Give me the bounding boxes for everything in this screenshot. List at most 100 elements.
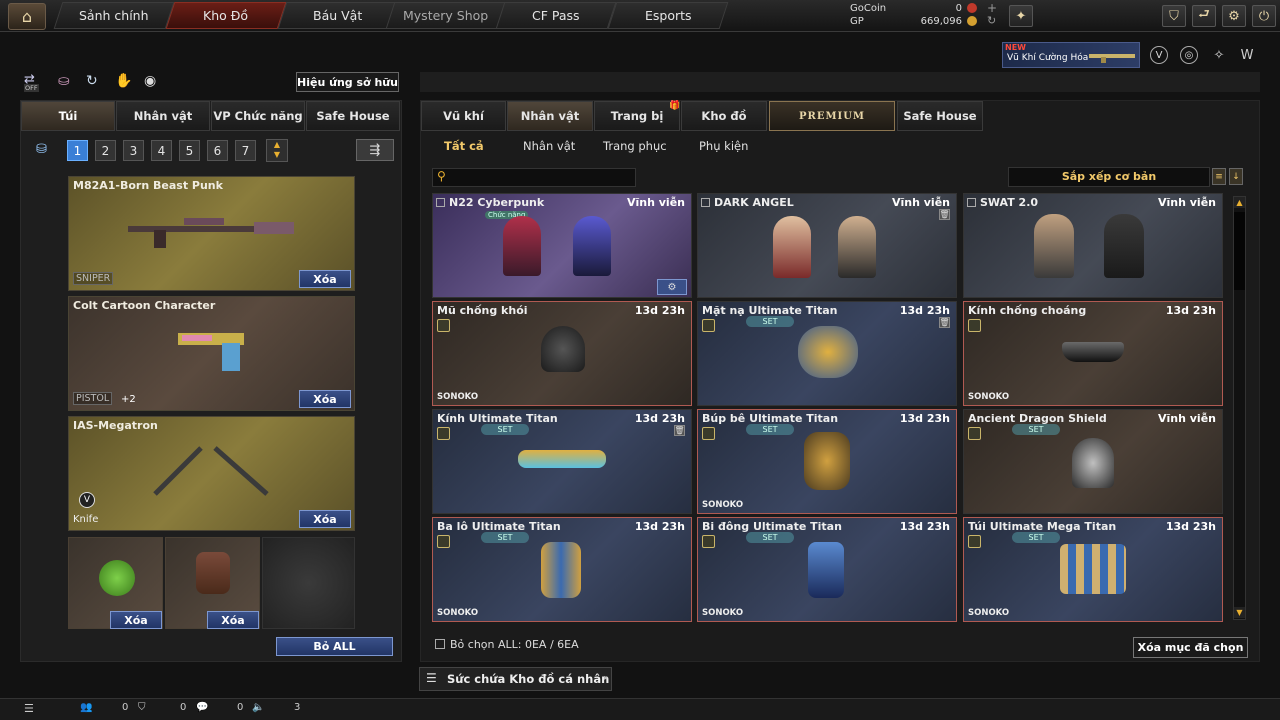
tab-character[interactable]: Nhân vật [116,101,210,131]
inventory-item-card[interactable]: SWAT 2.0 Vĩnh viễn [963,193,1223,298]
goggles-icon [1062,342,1124,362]
tab-weapons[interactable]: Vũ khí [421,101,506,131]
cycle-icon[interactable]: ↻ [86,73,98,89]
delete-button[interactable]: Xóa [299,510,351,528]
inventory-item-card[interactable]: N22 Cyberpunk Vĩnh viễn Chức năng ⚙ [432,193,692,298]
inventory-item-card[interactable]: Mặt nạ Ultimate Titan 13d 23h SET 🗑 [697,301,957,406]
tab-safe-house[interactable]: Safe House [897,101,983,131]
select-all-checkbox[interactable] [435,639,445,649]
settings-icon[interactable]: ⚙ [657,279,687,295]
grade-badge-icon [702,535,715,548]
subtab-character[interactable]: Nhân vật [523,139,575,153]
bag-item-card[interactable]: IAS-Megatron V Knife Xóa [68,416,355,531]
inventory-item-card[interactable]: Túi Ultimate Mega Titan 13d 23h SET SONO… [963,517,1223,622]
subtab-costume[interactable]: Trang phục [603,139,667,153]
globe-icon[interactable]: ◎ [1180,46,1198,64]
tab-function-items[interactable]: VP Chức năng [211,101,305,131]
checkbox[interactable] [701,198,710,207]
item-icon[interactable]: ✦ [1009,5,1033,27]
bag-small-item[interactable]: Xóa [68,537,163,629]
page-button-5[interactable]: 5 [179,140,200,161]
chat-icon[interactable]: 💬 [196,702,208,713]
tab-storage[interactable]: Kho đồ [681,101,767,131]
tab-premium[interactable]: PREMIUM [769,101,895,131]
trash-icon[interactable]: 🗑 [674,425,685,436]
bag-item-card[interactable]: M82A1-Born Beast Punk SNIPER Xóa [68,176,355,291]
inventory-item-card[interactable]: Ancient Dragon Shield Vĩnh viễn SET [963,409,1223,514]
search-input[interactable]: ⚲ [432,168,636,187]
tab-mystery-shop[interactable]: Mystery Shop [385,2,507,29]
page-button-2[interactable]: 2 [95,140,116,161]
add-icon[interactable]: + [987,1,997,15]
empty-slot[interactable] [262,537,355,629]
tab-safe-house[interactable]: Safe House [306,101,400,131]
exit-arrow-icon[interactable]: ⮐ [1192,5,1216,27]
tab-label: Sảnh chính [79,8,149,23]
page-button-3[interactable]: 3 [123,140,144,161]
sparkle-icon[interactable]: ✧ [1210,46,1228,64]
page-stepper[interactable]: ▲ ▼ [266,139,288,162]
list-view-icon[interactable]: ≡ [1212,168,1226,185]
capacity-button[interactable]: ☰ Sức chứa Kho đồ cá nhân ▸ [419,667,612,691]
inventory-item-card[interactable]: Búp bê Ultimate Titan 13d 23h SET SONOKO [697,409,957,514]
item-name: DARK ANGEL [714,196,794,209]
owned-effects-button[interactable]: Hiệu ứng sở hữu [296,72,399,92]
home-button[interactable]: ⌂ [8,3,46,30]
transfer-icon[interactable]: ⇶ [356,139,394,161]
power-icon[interactable]: ⏻ [1252,5,1276,27]
trash-icon[interactable]: 🗑 [939,317,950,328]
tab-cf-pass[interactable]: CF Pass [495,2,617,29]
delete-button[interactable]: Xóa [110,611,162,629]
gift-icon[interactable]: ⛀ [58,73,70,89]
subtab-accessory[interactable]: Phụ kiện [699,139,748,153]
inventory-item-card[interactable]: Mũ chống khói 13d 23h SONOKO [432,301,692,406]
checkbox[interactable] [967,198,976,207]
shield-icon[interactable]: ⛉ [1162,5,1186,27]
tab-esports[interactable]: Esports [607,2,729,29]
delete-button[interactable]: Xóa [299,270,351,288]
w-logo-icon[interactable]: W [1237,46,1257,64]
tab-equipment[interactable]: Trang bị [594,101,680,131]
delete-button[interactable]: Xóa [207,611,259,629]
bag-item-card[interactable]: Colt Cartoon Character PISTOL +2 Xóa [68,296,355,411]
scroll-up-icon[interactable]: ▲ [1234,197,1245,208]
inventory-item-card[interactable]: Kính chống choáng 13d 23h SONOKO [963,301,1223,406]
refresh-icon[interactable]: ↻ [987,14,996,27]
subtab-all[interactable]: Tất cả [444,139,484,153]
inventory-item-card[interactable]: Kính Ultimate Titan 13d 23h SET 🗑 [432,409,692,514]
v-badge-icon[interactable]: V [1150,46,1168,64]
tab-inventory[interactable]: Kho Đồ [165,2,287,29]
menu-list-icon[interactable]: ☰ [24,702,34,715]
tab-treasure[interactable]: Báu Vật [277,2,399,29]
sort-arrow-icon[interactable]: ↓ [1229,168,1243,185]
sort-dropdown[interactable]: Sắp xếp cơ bản [1008,167,1210,187]
page-button-1[interactable]: 1 [67,140,88,161]
seller-tag: SONOKO [968,392,1010,402]
bag-small-item[interactable]: Xóa [165,537,260,629]
tab-bag[interactable]: Túi [21,101,115,131]
gear-icon[interactable]: ⚙ [1222,5,1246,27]
page-button-6[interactable]: 6 [207,140,228,161]
inventory-item-card[interactable]: Ba lô Ultimate Titan 13d 23h SET SONOKO [432,517,692,622]
inventory-item-card[interactable]: DARK ANGEL Vĩnh viễn 🗑 [697,193,957,298]
scroll-down-icon[interactable]: ▼ [1234,607,1245,618]
trash-icon[interactable]: 🗑 [939,209,950,220]
tab-lobby[interactable]: Sảnh chính [53,2,175,29]
page-button-4[interactable]: 4 [151,140,172,161]
checkbox[interactable] [436,198,445,207]
clan-shield-icon[interactable]: ⛉ [138,702,146,713]
goggles-icon [518,450,606,468]
promo-banner[interactable]: NEW Vũ Khí Cường Hóa [1002,42,1140,68]
page-button-7[interactable]: 7 [235,140,256,161]
inventory-item-card[interactable]: Bi đông Ultimate Titan 13d 23h SET SONOK… [697,517,957,622]
toggle-switch-icon[interactable]: ⇄ OFF [24,72,44,94]
hand-icon[interactable]: ✋ [115,73,132,89]
clear-all-button[interactable]: Bỏ ALL [276,637,393,656]
tab-characters[interactable]: Nhân vật [507,101,593,131]
delete-button[interactable]: Xóa [299,390,351,408]
scrollbar-thumb[interactable] [1234,212,1245,290]
friends-icon[interactable]: 👥 [80,702,92,713]
grenade-icon[interactable]: ◉ [144,73,156,89]
delete-selected-button[interactable]: Xóa mục đã chọn [1133,637,1248,658]
speaker-icon[interactable]: 🔈 [252,702,264,713]
